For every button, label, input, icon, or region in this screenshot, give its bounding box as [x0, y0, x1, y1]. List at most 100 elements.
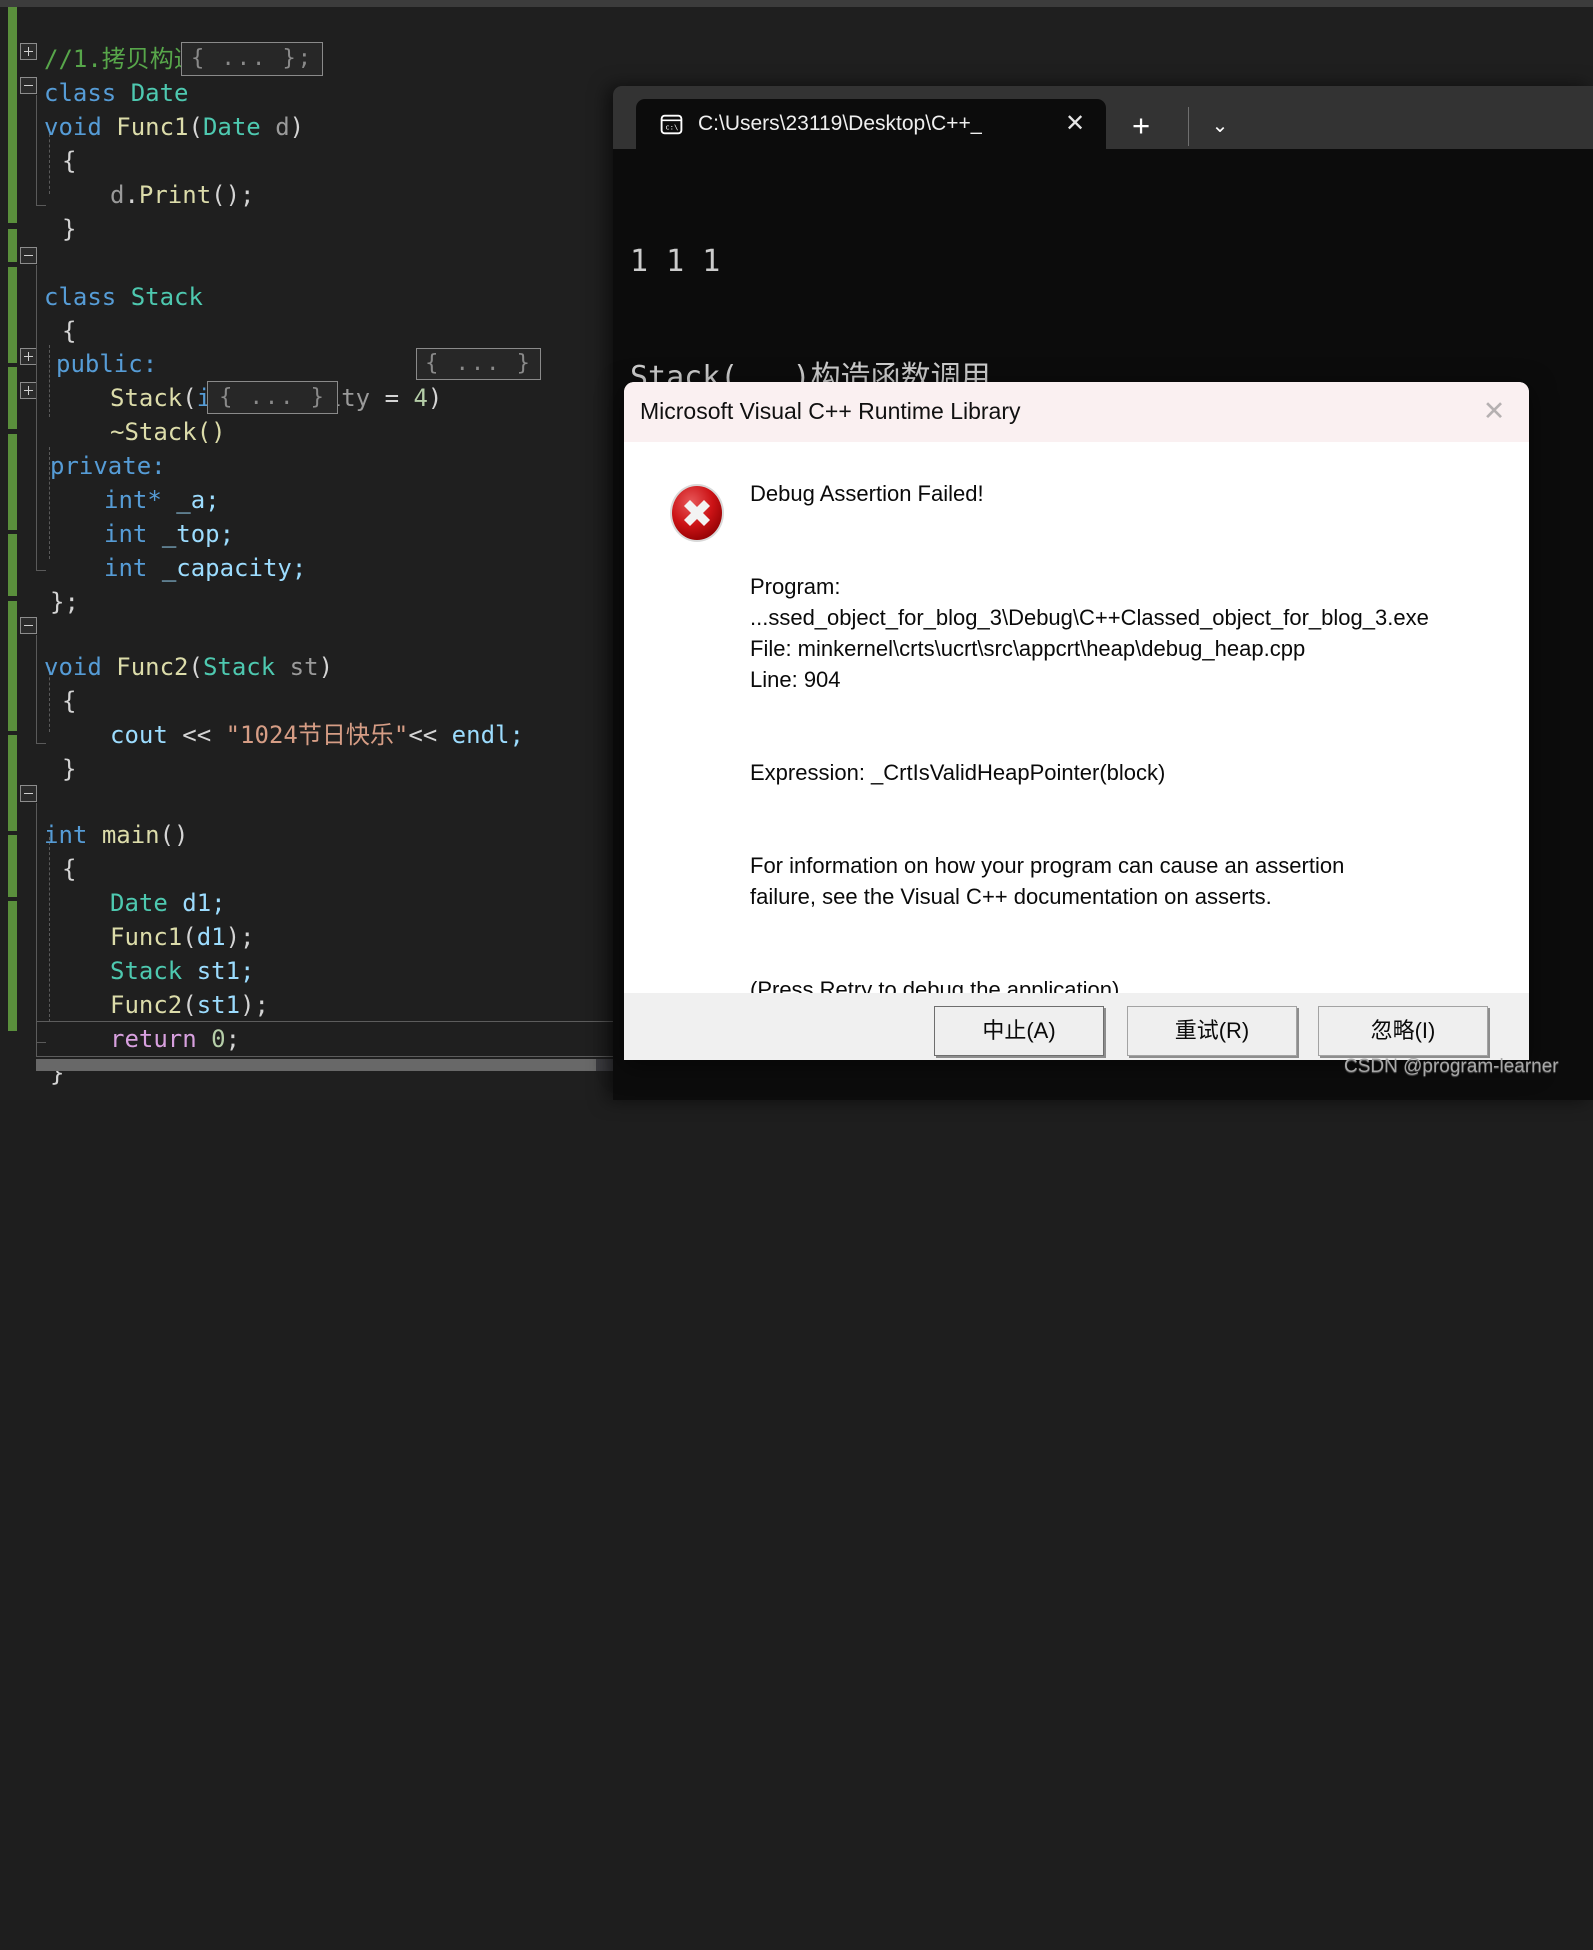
code-token-param-st: st	[289, 652, 319, 681]
code-token-date-type: Date	[130, 78, 189, 107]
dialog-info-line-2: failure, see the Visual C++ documentatio…	[750, 884, 1272, 909]
code-line-3: void Func1(Date d)	[0, 77, 304, 141]
code-line-13: private:	[0, 416, 166, 480]
code-line-5-content: d.Print();	[110, 179, 255, 213]
code-token-class-end: };	[50, 587, 79, 616]
retry-button[interactable]: 重试(R)	[1127, 1006, 1297, 1056]
code-line-28-content: Stack st1;	[110, 955, 255, 989]
code-token-print-call: Print	[138, 180, 212, 209]
code-token-func2: Func2	[116, 652, 189, 681]
dialog-title-bar[interactable]: Microsoft Visual C++ Runtime Library ✕	[624, 382, 1529, 442]
code-line-29: Func2(st1);	[0, 955, 269, 1019]
terminal-tab-title: C:\Users\23119\Desktop\C++_	[698, 112, 983, 135]
code-line-2: class Date	[0, 43, 189, 107]
code-line-11: Stack(int capacity = 4)	[0, 348, 442, 412]
code-paren-open: (	[182, 990, 197, 1019]
code-paren-close: )	[427, 383, 443, 412]
code-line-24: int main()	[0, 785, 189, 849]
dialog-content: Debug Assertion Failed! Program: ...ssed…	[624, 442, 1529, 1002]
chevron-down-icon[interactable]: ⌄	[1206, 114, 1234, 138]
code-token-d1-arg: d1	[196, 922, 226, 951]
msvc-runtime-library-dialog[interactable]: Microsoft Visual C++ Runtime Library ✕ D…	[624, 382, 1529, 1060]
dialog-program-path: ...ssed_object_for_blog_3\Debug\C++Class…	[750, 605, 1429, 630]
code-line-21-content: cout << "1024节日快乐"<< endl;	[110, 719, 524, 753]
close-icon[interactable]: ✕	[1062, 111, 1088, 137]
code-shift-left-2: <<	[408, 720, 438, 749]
collapsed-region-stack-dtor[interactable]: { ... }	[207, 381, 338, 414]
code-token-member-capacity: _capacity;	[161, 553, 307, 582]
ignore-button[interactable]: 忽略(I)	[1318, 1006, 1488, 1056]
horizontal-scrollbar-thumb[interactable]	[36, 1059, 596, 1071]
code-line-17: };	[0, 552, 116, 616]
code-line-14-content: int* _a;	[104, 484, 220, 518]
code-line-5: d.Print();	[0, 145, 255, 209]
code-token-default-value: 4	[413, 383, 428, 412]
close-icon[interactable]: ✕	[1479, 396, 1509, 426]
abort-button[interactable]: 中止(A)	[934, 1006, 1104, 1056]
code-line-10: public:	[0, 314, 157, 378]
terminal-output-line: 1 1 1	[630, 244, 721, 279]
code-line-12: ~Stack()	[0, 382, 226, 446]
code-token-stack-param-type: Stack	[202, 652, 276, 681]
code-line-29-content: Func2(st1);	[110, 989, 269, 1023]
code-brace-close: }	[62, 214, 77, 243]
code-token-member-top: _top;	[161, 519, 235, 548]
code-line-20: {	[0, 651, 116, 715]
code-token-member-a: _a;	[176, 485, 220, 514]
code-token-stack-decl: Stack	[110, 956, 183, 985]
code-line-16-content: int _capacity;	[104, 552, 306, 586]
collapsed-region-stack-ctor[interactable]: { ... }	[416, 348, 541, 380]
code-paren-close: );	[240, 990, 269, 1019]
code-parens-main: ()	[159, 820, 189, 849]
console-cmd-icon: c:\	[660, 114, 683, 134]
new-tab-icon[interactable]: +	[1126, 110, 1156, 141]
code-token-endl: endl;	[451, 720, 524, 749]
dialog-title: Microsoft Visual C++ Runtime Library	[640, 398, 1021, 424]
code-line-15-content: int _top;	[104, 518, 234, 552]
editor-top-strip	[0, 0, 1593, 7]
code-line-12-content: ~Stack()	[110, 416, 226, 450]
collapsed-region-class-date[interactable]: { ... };	[181, 42, 323, 76]
code-line-28: Stack st1;	[0, 921, 255, 985]
dialog-file-line: File: minkernel\crts\ucrt\src\appcrt\hea…	[750, 636, 1306, 661]
code-line-19: void Func2(Stack st)	[0, 617, 333, 681]
code-paren-open: (	[188, 112, 203, 141]
dialog-message-body: Debug Assertion Failed! Program: ...ssed…	[750, 478, 1490, 1005]
code-content[interactable]: //1.拷贝构造函数 class Date void Func1(Date d)…	[0, 7, 524, 1950]
code-line-16: int _capacity;	[0, 518, 306, 582]
code-line-14: int* _a;	[0, 450, 220, 514]
code-token-st1-arg: st1	[196, 990, 241, 1019]
code-token-stack-dtor-name: ~Stack()	[110, 417, 226, 446]
code-paren-open: (	[182, 922, 197, 951]
code-dot: .	[124, 180, 139, 209]
code-token-date-param-type: Date	[202, 112, 261, 141]
terminal-tab[interactable]: c:\ C:\Users\23119\Desktop\C++_ ✕	[636, 99, 1106, 149]
code-paren-close: );	[225, 922, 255, 951]
code-paren-open: (	[182, 383, 197, 412]
code-token-stack-type: Stack	[130, 282, 203, 311]
code-token-date-decl: Date	[110, 888, 168, 917]
code-line-6: }	[0, 179, 116, 243]
dialog-line-number: Line: 904	[750, 667, 841, 692]
code-equals: =	[384, 383, 400, 412]
code-line-22: }	[0, 719, 116, 783]
terminal-tab-bar[interactable]: c:\ C:\Users\23119\Desktop\C++_ ✕ + ⌄	[613, 86, 1593, 149]
